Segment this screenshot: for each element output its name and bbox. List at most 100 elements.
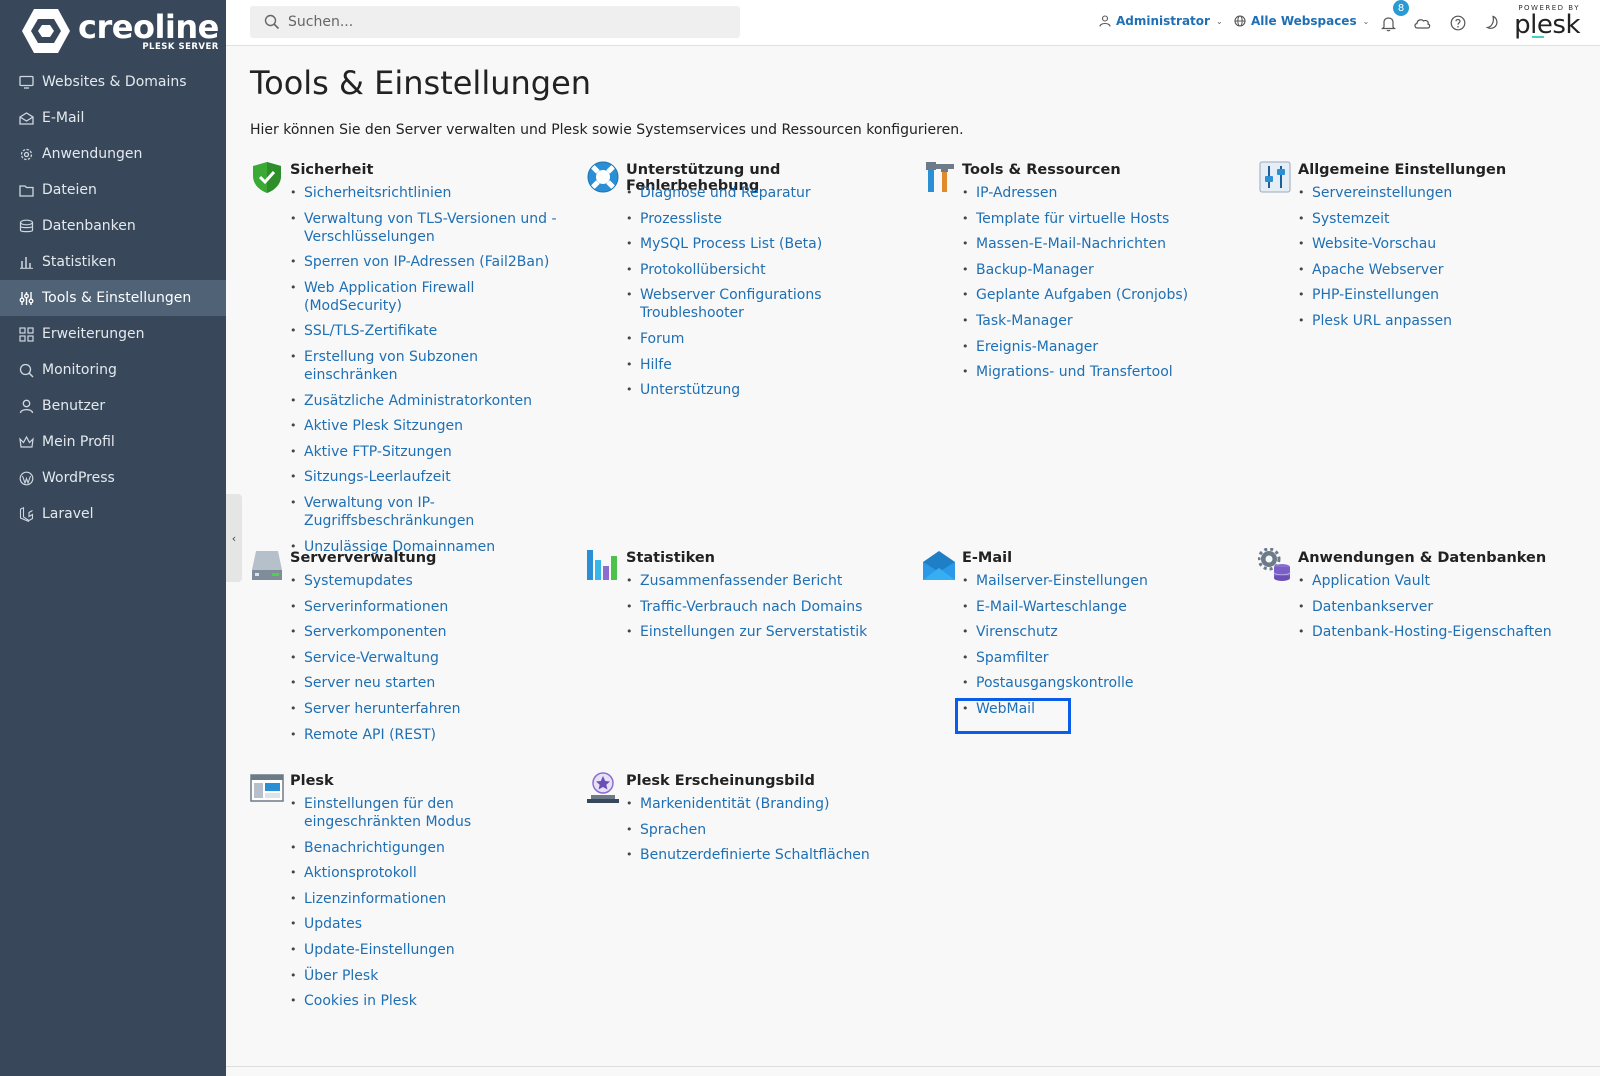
link-sprachen[interactable]: Sprachen (640, 822, 706, 838)
link-unterstuetzung[interactable]: Unterstützung (640, 382, 740, 398)
group-sicherheit: Sicherheit Sicherheitsrichtlinien Verwal… (250, 160, 570, 563)
link-serverkomponenten[interactable]: Serverkomponenten (304, 624, 447, 640)
sidebar-item-tools-einstellungen[interactable]: Tools & Einstellungen (0, 280, 226, 316)
link-benutzerdefinierte-schaltflaechen[interactable]: Benutzerdefinierte Schaltflächen (640, 847, 870, 863)
link-ssl-tls-zertifikate[interactable]: SSL/TLS-Zertifikate (304, 323, 437, 339)
folder-icon (18, 182, 34, 198)
link-administratorkonten[interactable]: Zusätzliche Administratorkonten (304, 393, 532, 409)
link-updates[interactable]: Updates (304, 916, 362, 932)
link-ueber-plesk[interactable]: Über Plesk (304, 968, 378, 984)
link-zusammenfassender-bericht[interactable]: Zusammenfassender Bericht (640, 573, 842, 589)
link-virenschutz[interactable]: Virenschutz (976, 624, 1058, 640)
webspace-menu[interactable]: Alle Webspaces ⌄ (1234, 14, 1369, 28)
cloud-icon (1414, 19, 1431, 29)
link-mysql-process-list[interactable]: MySQL Process List (Beta) (640, 236, 822, 252)
link-serverstatistik-einstellungen[interactable]: Einstellungen zur Serverstatistik (640, 624, 867, 640)
link-servereinstellungen[interactable]: Servereinstellungen (1312, 185, 1452, 201)
link-server-herunterfahren[interactable]: Server herunterfahren (304, 701, 461, 717)
link-migrationstool[interactable]: Migrations- und Transfertool (976, 364, 1173, 380)
user-menu[interactable]: Administrator ⌄ (1099, 14, 1223, 28)
link-application-vault[interactable]: Application Vault (1312, 573, 1430, 589)
link-email-warteschlange[interactable]: E-Mail-Warteschlange (976, 599, 1127, 615)
link-modsecurity[interactable]: Web Application Firewall (ModSecurity) (304, 280, 474, 314)
list-item: Service-Verwaltung (290, 649, 570, 667)
link-lizenzinformationen[interactable]: Lizenzinformationen (304, 891, 446, 907)
link-forum[interactable]: Forum (640, 331, 684, 347)
link-systemupdates[interactable]: Systemupdates (304, 573, 413, 589)
link-postausgangskontrolle[interactable]: Postausgangskontrolle (976, 675, 1134, 691)
list-item: Web Application Firewall (ModSecurity) (290, 279, 570, 315)
link-mailserver-einstellungen[interactable]: Mailserver-Einstellungen (976, 573, 1148, 589)
search-input[interactable] (288, 14, 718, 30)
link-cookies-in-plesk[interactable]: Cookies in Plesk (304, 993, 417, 1009)
link-plesk-sitzungen[interactable]: Aktive Plesk Sitzungen (304, 418, 463, 434)
link-ip-zugriffsbeschraenkungen[interactable]: Verwaltung von IP-Zugriffsbeschränkungen (304, 495, 474, 529)
link-aktionsprotokoll[interactable]: Aktionsprotokoll (304, 865, 417, 881)
link-cronjobs[interactable]: Geplante Aufgaben (Cronjobs) (976, 287, 1188, 303)
sidebar-item-dateien[interactable]: Dateien (0, 172, 226, 208)
help-button[interactable] (1448, 13, 1468, 33)
link-server-neu-starten[interactable]: Server neu starten (304, 675, 435, 691)
link-webserver-troubleshooter[interactable]: Webserver Configurations Troubleshooter (640, 287, 822, 321)
sidebar-item-label: Datenbanken (42, 218, 136, 234)
link-backup-manager[interactable]: Backup-Manager (976, 262, 1094, 278)
sidebar-item-benutzer[interactable]: Benutzer (0, 388, 226, 424)
link-benachrichtigungen[interactable]: Benachrichtigungen (304, 840, 445, 856)
link-subzonen[interactable]: Erstellung von Subzonen einschränken (304, 349, 478, 383)
dark-mode-toggle[interactable] (1482, 13, 1502, 33)
link-massen-email[interactable]: Massen-E-Mail-Nachrichten (976, 236, 1166, 252)
sidebar-item-datenbanken[interactable]: Datenbanken (0, 208, 226, 244)
list-item: Sperren von IP-Adressen (Fail2Ban) (290, 253, 570, 271)
sidebar-item-monitoring[interactable]: Monitoring (0, 352, 226, 388)
notifications-button[interactable] (1378, 13, 1398, 33)
link-service-verwaltung[interactable]: Service-Verwaltung (304, 650, 439, 666)
link-task-manager[interactable]: Task-Manager (976, 313, 1073, 329)
logo[interactable]: creoline PLESK SERVER (0, 0, 226, 62)
group-plesk-erscheinungsbild: Plesk Erscheinungsbild Markenidentität (… (586, 771, 906, 872)
link-plesk-url[interactable]: Plesk URL anpassen (1312, 313, 1452, 329)
link-template-virtuelle-hosts[interactable]: Template für virtuelle Hosts (976, 211, 1169, 227)
link-update-einstellungen[interactable]: Update-Einstellungen (304, 942, 455, 958)
link-php-einstellungen[interactable]: PHP-Einstellungen (1312, 287, 1439, 303)
link-traffic-verbrauch[interactable]: Traffic-Verbrauch nach Domains (640, 599, 862, 615)
sidebar-item-label: Benutzer (42, 398, 106, 414)
link-sicherheitsrichtlinien[interactable]: Sicherheitsrichtlinien (304, 185, 451, 201)
link-spamfilter[interactable]: Spamfilter (976, 650, 1049, 666)
link-eingeschraenkter-modus[interactable]: Einstellungen für den eingeschränkten Mo… (304, 796, 471, 830)
link-remote-api[interactable]: Remote API (REST) (304, 727, 436, 743)
link-systemzeit[interactable]: Systemzeit (1312, 211, 1390, 227)
link-markenidentitaet[interactable]: Markenidentität (Branding) (640, 796, 829, 812)
sidebar-item-erweiterungen[interactable]: Erweiterungen (0, 316, 226, 352)
link-datenbank-hosting[interactable]: Datenbank-Hosting-Eigenschaften (1312, 624, 1552, 640)
sidebar-item-wordpress[interactable]: WordPress (0, 460, 226, 496)
grid-icon (18, 326, 34, 342)
link-diagnose-reparatur[interactable]: Diagnose und Reparatur (640, 185, 811, 201)
sidebar-item-anwendungen[interactable]: Anwendungen (0, 136, 226, 172)
link-website-vorschau[interactable]: Website-Vorschau (1312, 236, 1436, 252)
list-item: E-Mail-Warteschlange (962, 598, 1242, 616)
link-prozessliste[interactable]: Prozessliste (640, 211, 722, 227)
link-fail2ban[interactable]: Sperren von IP-Adressen (Fail2Ban) (304, 254, 549, 270)
sidebar-item-laravel[interactable]: Laravel (0, 496, 226, 532)
link-apache-webserver[interactable]: Apache Webserver (1312, 262, 1444, 278)
link-ftp-sitzungen[interactable]: Aktive FTP-Sitzungen (304, 444, 452, 460)
list-item: Update-Einstellungen (290, 941, 570, 959)
list-item: Sprachen (626, 821, 906, 839)
sidebar-collapse-handle[interactable]: ‹ (226, 494, 242, 582)
sidebar-item-websites-domains[interactable]: Websites & Domains (0, 64, 226, 100)
link-ip-adressen[interactable]: IP-Adressen (976, 185, 1057, 201)
sidebar-nav: Websites & Domains E-Mail Anwendungen Da… (0, 64, 226, 532)
link-ereignis-manager[interactable]: Ereignis-Manager (976, 339, 1098, 355)
sidebar-item-email[interactable]: E-Mail (0, 100, 226, 136)
link-datenbankserver[interactable]: Datenbankserver (1312, 599, 1433, 615)
link-serverinformationen[interactable]: Serverinformationen (304, 599, 448, 615)
link-tls-versionen[interactable]: Verwaltung von TLS-Versionen und -Versch… (304, 211, 557, 245)
link-protokolluebersicht[interactable]: Protokollübersicht (640, 262, 766, 278)
sidebar-item-mein-profil[interactable]: Mein Profil (0, 424, 226, 460)
search-box[interactable] (250, 6, 740, 38)
link-sitzungs-leerlaufzeit[interactable]: Sitzungs-Leerlaufzeit (304, 469, 451, 485)
sidebar-item-statistiken[interactable]: Statistiken (0, 244, 226, 280)
link-hilfe[interactable]: Hilfe (640, 357, 672, 373)
envelope-icon (18, 110, 34, 126)
cloud-button[interactable] (1412, 13, 1432, 33)
